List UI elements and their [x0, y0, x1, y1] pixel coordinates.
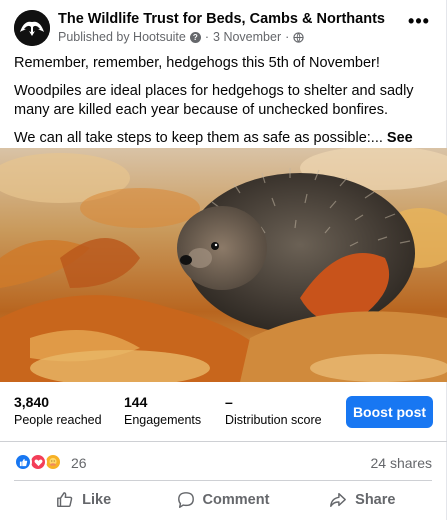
page-avatar[interactable] — [14, 10, 50, 46]
post-paragraph: Remember, remember, hedgehogs this 5th o… — [14, 55, 380, 71]
distribution-stat[interactable]: – Distribution score — [225, 394, 322, 427]
meta-separator: · — [204, 30, 210, 44]
globe-icon — [293, 31, 304, 43]
share-label: Share — [355, 491, 396, 508]
meta-separator-2: · — [285, 30, 290, 44]
boost-post-button[interactable]: Boost post — [346, 396, 433, 428]
post-meta: Published by Hootsuite ? · 3 November · — [58, 30, 304, 44]
reaction-count[interactable]: 26 — [71, 455, 87, 471]
distribution-value: – — [225, 394, 233, 410]
published-by-text: Published by Hootsuite — [58, 30, 186, 44]
post-date-link[interactable]: 3 November — [213, 30, 281, 44]
like-button[interactable]: Like — [14, 481, 153, 518]
more-options-button[interactable]: ••• — [406, 12, 432, 36]
shares-count[interactable]: 24 shares — [371, 455, 432, 471]
thumbs-up-icon — [57, 491, 73, 507]
comment-button[interactable]: Comment — [153, 481, 292, 518]
distribution-label: Distribution score — [225, 413, 322, 427]
hedgehog-photo — [0, 148, 447, 382]
reach-value: 3,840 — [14, 394, 50, 410]
post-header: The Wildlife Trust for Beds, Cambs & Nor… — [14, 10, 432, 50]
info-icon[interactable]: ? — [189, 31, 201, 43]
reaction-icons[interactable] — [14, 453, 70, 473]
post-paragraph-text: We can all take steps to keep them as sa… — [14, 130, 383, 146]
like-label: Like — [82, 491, 112, 508]
badger-logo-icon — [14, 10, 50, 46]
share-button[interactable]: Share — [293, 481, 432, 518]
engagements-label: Engagements — [124, 413, 202, 427]
reactions-summary: 26 24 shares — [14, 453, 432, 473]
reach-stat[interactable]: 3,840 People reached — [14, 394, 102, 427]
post-insights: 3,840 People reached 144 Engagements – D… — [0, 382, 447, 442]
page-name-link[interactable]: The Wildlife Trust for Beds, Cambs & Nor… — [58, 11, 385, 27]
comment-icon — [177, 491, 194, 508]
share-arrow-icon — [330, 492, 347, 507]
comment-label: Comment — [202, 491, 270, 508]
like-reaction-icon — [14, 453, 32, 471]
post-paragraph: Woodpiles are ideal places for hedgehogs… — [14, 83, 414, 118]
post-action-bar: Like Comment Share — [14, 480, 432, 518]
reach-label: People reached — [14, 413, 102, 427]
engagements-value: 144 — [124, 394, 148, 410]
post-card: The Wildlife Trust for Beds, Cambs & Nor… — [0, 0, 447, 520]
engagements-stat[interactable]: 144 Engagements — [124, 394, 201, 427]
post-image-hedgehog[interactable] — [0, 148, 447, 382]
